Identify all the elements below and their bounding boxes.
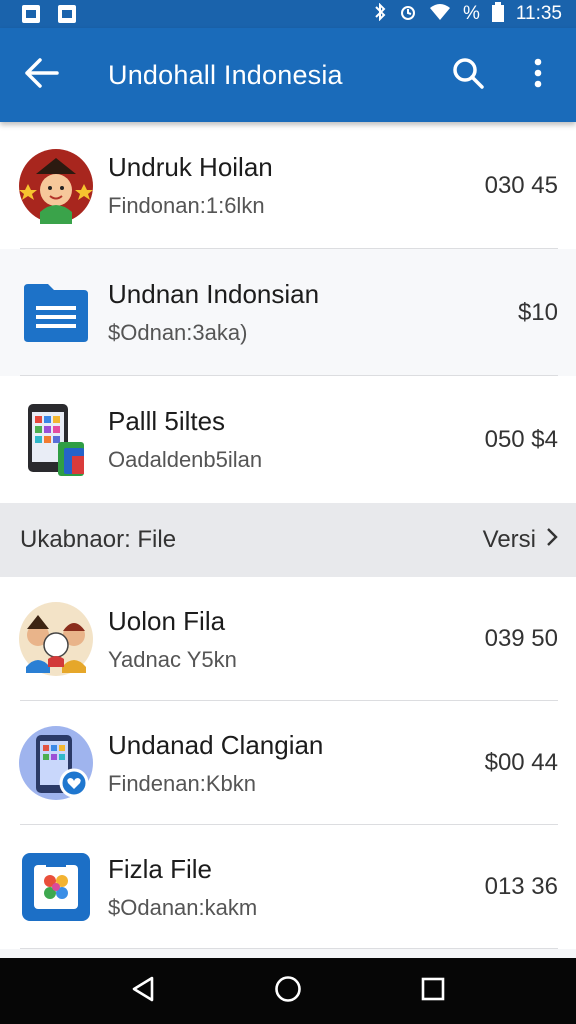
app-title: Undohall Indonesia bbox=[108, 59, 343, 90]
nav-back-button[interactable] bbox=[118, 966, 168, 1016]
list-item[interactable]: Undanad Clangian Findenan:Kbkn $00 44 bbox=[0, 701, 576, 825]
phone-apps-icon bbox=[18, 402, 94, 478]
back-button[interactable] bbox=[0, 28, 84, 122]
search-button[interactable] bbox=[436, 28, 500, 122]
item-subtitle: Yadnac Y5kn bbox=[108, 646, 237, 672]
item-amount: 013 36 bbox=[484, 873, 558, 900]
app-bar: Undohall Indonesia bbox=[0, 28, 576, 122]
triangle-back-icon bbox=[130, 975, 156, 1008]
item-subtitle: Findenan:Kbkn bbox=[108, 770, 256, 796]
list-item[interactable]: Fizla File $Odanan:kakm 013 36 bbox=[0, 825, 576, 949]
nav-home-button[interactable] bbox=[263, 966, 313, 1016]
section-title: Ukabnaor: File bbox=[20, 526, 177, 553]
item-amount: 039 50 bbox=[484, 625, 558, 652]
section-link-label: Versi bbox=[482, 526, 536, 553]
nav-recents-button[interactable] bbox=[408, 966, 458, 1016]
section-header: Ukabnaor: File Versi bbox=[0, 503, 576, 577]
list-item[interactable]: Uolon Fila Yadnac Y5kn 039 50 bbox=[0, 577, 576, 701]
list-item[interactable]: Undruk Hoilan Findonan:1:6lkn 030 45 bbox=[0, 122, 576, 249]
more-options-button[interactable] bbox=[500, 28, 576, 122]
status-bar: % 11:35 bbox=[0, 0, 576, 28]
square-recents-icon bbox=[421, 977, 445, 1006]
search-icon bbox=[452, 57, 484, 94]
item-title: Uolon Fila bbox=[108, 605, 226, 636]
item-subtitle: Oadaldenb5ilan bbox=[108, 447, 263, 472]
clock: 11:35 bbox=[515, 3, 562, 24]
item-subtitle: $Odanan:kakm bbox=[108, 894, 258, 920]
item-amount: 030 45 bbox=[484, 171, 558, 199]
family-avatar-icon bbox=[18, 601, 94, 677]
gallery-notification-icon bbox=[58, 5, 76, 23]
item-subtitle: $Odnan:3aka) bbox=[108, 320, 248, 345]
list-item[interactable]: Palll 5iltes Oadaldenb5ilan 050 $4 bbox=[0, 376, 576, 503]
file-list: Undruk Hoilan Findonan:1:6lkn 030 45 Und… bbox=[0, 122, 576, 949]
chevron-right-icon bbox=[546, 526, 558, 554]
character-avatar-icon bbox=[18, 148, 94, 224]
wifi-icon bbox=[429, 3, 451, 26]
more-vert-icon bbox=[534, 58, 542, 93]
battery-percent: % bbox=[462, 3, 480, 24]
system-nav-bar bbox=[0, 958, 576, 1024]
item-amount: $00 44 bbox=[484, 749, 558, 776]
item-amount: 050 $4 bbox=[484, 425, 558, 453]
arrow-back-icon bbox=[25, 57, 59, 93]
document-icon bbox=[18, 275, 94, 351]
bluetooth-icon bbox=[373, 2, 387, 26]
circle-home-icon bbox=[274, 975, 302, 1008]
notification-icon bbox=[22, 5, 40, 23]
item-title: Undanad Clangian bbox=[108, 729, 324, 760]
phone-heart-icon bbox=[18, 725, 94, 801]
item-title: Fizla File bbox=[108, 853, 213, 884]
battery-icon bbox=[491, 1, 504, 27]
item-title: Undruk Hoilan bbox=[108, 152, 273, 182]
item-subtitle: Findonan:1:6lkn bbox=[108, 193, 265, 218]
item-title: Palll 5iltes bbox=[108, 406, 226, 436]
section-link-button[interactable]: Versi bbox=[483, 526, 558, 554]
item-title: Undnan Indonsian bbox=[108, 279, 320, 309]
list-item[interactable]: Undnan Indonsian $Odnan:3aka) $10 bbox=[0, 249, 576, 376]
gallery-app-icon bbox=[18, 849, 94, 925]
item-amount: $10 bbox=[517, 298, 558, 326]
alarm-icon bbox=[399, 3, 417, 26]
